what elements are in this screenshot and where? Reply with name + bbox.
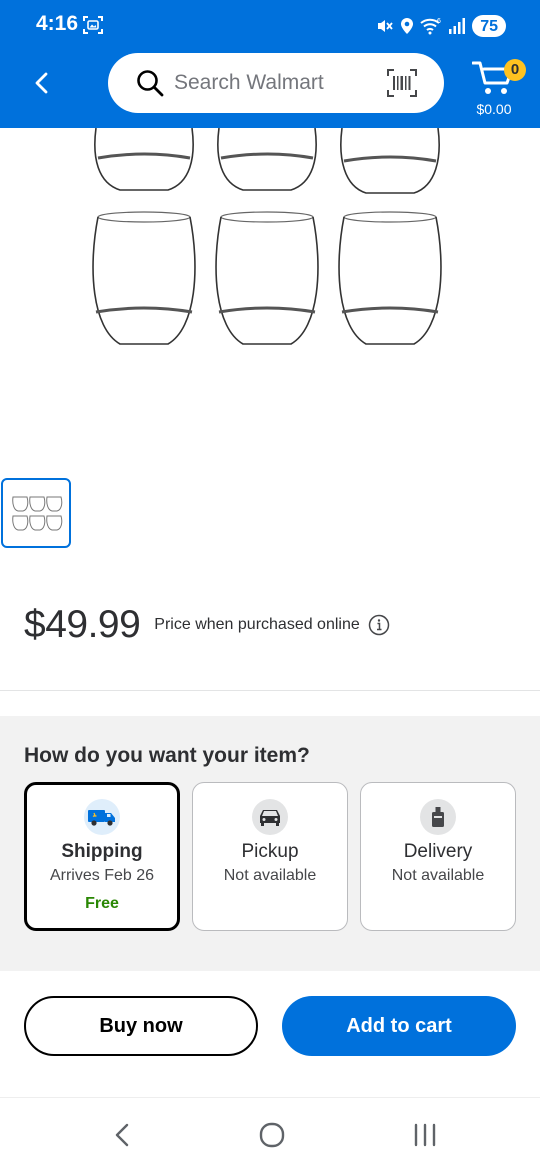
option-delivery[interactable]: Delivery Not available <box>360 782 516 931</box>
purchase-actions: Buy now Add to cart <box>0 971 540 1097</box>
option-delivery-status: Not available <box>391 867 485 884</box>
price-note: Price when purchased online <box>154 616 360 633</box>
fulfillment-section: How do you want your item? Shipping Arri… <box>0 716 540 971</box>
signal-icon <box>449 18 466 34</box>
cart-count-badge: 0 <box>504 59 526 81</box>
option-pickup-name: Pickup <box>241 841 299 862</box>
nav-home-icon[interactable] <box>257 1120 287 1150</box>
wine-glass-illustration <box>92 128 442 345</box>
wifi-icon: 6 <box>420 18 441 35</box>
app-header: 4:16 6 75 Search Walmart 0 $0.00 <box>0 0 540 128</box>
back-icon[interactable] <box>28 68 58 98</box>
option-shipping-name: Shipping <box>61 841 143 862</box>
divider <box>0 690 540 691</box>
mute-icon <box>378 20 393 32</box>
svg-text:6: 6 <box>437 18 441 25</box>
search-input[interactable] <box>174 53 374 113</box>
image-thumbnail[interactable] <box>1 478 71 548</box>
location-icon <box>401 18 414 34</box>
cart-total: $0.00 <box>476 101 512 117</box>
info-icon[interactable] <box>368 614 390 636</box>
add-to-cart-button[interactable]: Add to cart <box>282 996 516 1056</box>
option-shipping-price: Free <box>85 895 119 912</box>
status-time: 4:16 <box>36 12 79 35</box>
nav-back-icon[interactable] <box>108 1120 138 1150</box>
search-bar[interactable] <box>108 53 444 113</box>
search-icon <box>137 70 164 97</box>
status-icons: 6 75 <box>376 13 506 39</box>
barcode-icon[interactable] <box>386 67 418 99</box>
option-pickup[interactable]: Pickup Not available <box>192 782 348 931</box>
option-shipping[interactable]: Shipping Arrives Feb 26 Free <box>24 782 180 931</box>
price-row: $49.99 Price when purchased online <box>24 600 390 650</box>
screenshot-icon <box>83 16 103 34</box>
fulfillment-title: How do you want your item? <box>24 744 310 767</box>
battery-level: 75 <box>472 15 506 37</box>
buy-now-button[interactable]: Buy now <box>24 996 258 1056</box>
option-pickup-status: Not available <box>223 867 317 884</box>
cart-button[interactable]: 0 $0.00 <box>470 54 530 120</box>
truck-icon <box>84 799 120 835</box>
bag-icon <box>420 799 456 835</box>
car-icon <box>252 799 288 835</box>
nav-recents-icon[interactable] <box>410 1120 440 1150</box>
system-nav-bar <box>0 1097 540 1171</box>
option-shipping-date: Arrives Feb 26 <box>49 867 155 884</box>
option-delivery-name: Delivery <box>403 841 473 862</box>
product-image[interactable] <box>0 128 540 428</box>
price-amount: $49.99 <box>24 603 141 646</box>
status-bar: 4:16 6 75 <box>0 0 540 52</box>
